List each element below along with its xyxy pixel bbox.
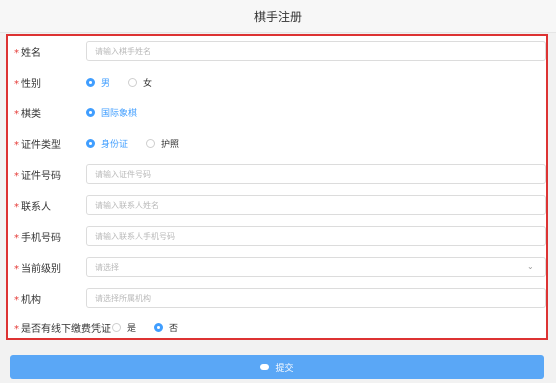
form-row-contact: * 联系人 请输入联系人姓名 — [8, 192, 546, 218]
radio-unselected-icon — [146, 138, 156, 148]
chess-type-label: * 棋类 — [14, 108, 41, 120]
radio-selected-icon — [86, 138, 95, 148]
org-input[interactable]: 请选择所属机构 — [86, 288, 546, 308]
gender-male-radio[interactable]: 男 — [86, 76, 110, 89]
level-label: * 当前级别 — [14, 263, 61, 275]
radio-selected-icon — [86, 107, 95, 117]
form-row-offline-receipt: * 是否有线下缴费凭证 是 否 — [8, 314, 546, 340]
form-row-id-type: * 证件类型 身份证 护照 — [8, 130, 546, 156]
page-title: 棋手注册 — [253, 9, 302, 24]
form-row-name: * 姓名 请输入棋手姓名 — [8, 38, 546, 64]
gender-label: * 性别 — [14, 78, 41, 90]
radio-selected-icon — [154, 322, 164, 332]
cloud-upload-icon — [260, 364, 270, 370]
id-type-label: * 证件类型 — [14, 139, 61, 151]
form-row-level: * 当前级别 请选择 ⌄ — [8, 254, 546, 280]
chess-type-radio-group: 国际象棋 — [86, 106, 137, 119]
gender-radio-group: 男 女 — [86, 76, 152, 89]
submit-button[interactable]: 提交 — [10, 355, 544, 379]
page-header: 棋手注册 — [0, 0, 556, 33]
org-label: * 机构 — [14, 294, 41, 306]
radio-unselected-icon — [112, 322, 121, 332]
offline-receipt-radio-group: 是 否 — [112, 321, 178, 334]
phone-label: * 手机号码 — [14, 232, 61, 244]
chess-type-international-radio[interactable]: 国际象棋 — [86, 106, 137, 119]
chevron-down-icon: ⌄ — [527, 262, 534, 271]
id-type-idcard-radio[interactable]: 身份证 — [86, 137, 128, 150]
form-row-gender: * 性别 男 女 — [8, 69, 546, 95]
contact-label: * 联系人 — [14, 201, 51, 213]
registration-form: * 姓名 请输入棋手姓名 * 性别 男 女 * 棋类 国际象棋 * 证件类型 身… — [6, 34, 548, 340]
contact-input[interactable]: 请输入联系人姓名 — [86, 195, 546, 215]
id-type-radio-group: 身份证 护照 — [86, 137, 179, 150]
name-label: * 姓名 — [14, 47, 41, 59]
offline-receipt-yes-radio[interactable]: 是 — [112, 321, 136, 334]
offline-receipt-no-radio[interactable]: 否 — [154, 321, 178, 334]
form-row-chess-type: * 棋类 国际象棋 — [8, 99, 546, 125]
name-input[interactable]: 请输入棋手姓名 — [86, 41, 546, 61]
form-row-id-number: * 证件号码 请输入证件号码 — [8, 161, 546, 187]
level-select[interactable]: 请选择 ⌄ — [86, 257, 546, 277]
id-number-input[interactable]: 请输入证件号码 — [86, 164, 546, 184]
phone-input[interactable]: 请输入联系人手机号码 — [86, 226, 546, 246]
form-row-phone: * 手机号码 请输入联系人手机号码 — [8, 223, 546, 249]
id-number-label: * 证件号码 — [14, 170, 61, 182]
radio-selected-icon — [86, 77, 95, 87]
gender-female-radio[interactable]: 女 — [128, 76, 152, 89]
radio-unselected-icon — [128, 77, 138, 87]
offline-receipt-label: * 是否有线下缴费凭证 — [14, 323, 111, 335]
form-row-org: * 机构 请选择所属机构 — [8, 285, 546, 311]
id-type-passport-radio[interactable]: 护照 — [146, 137, 179, 150]
